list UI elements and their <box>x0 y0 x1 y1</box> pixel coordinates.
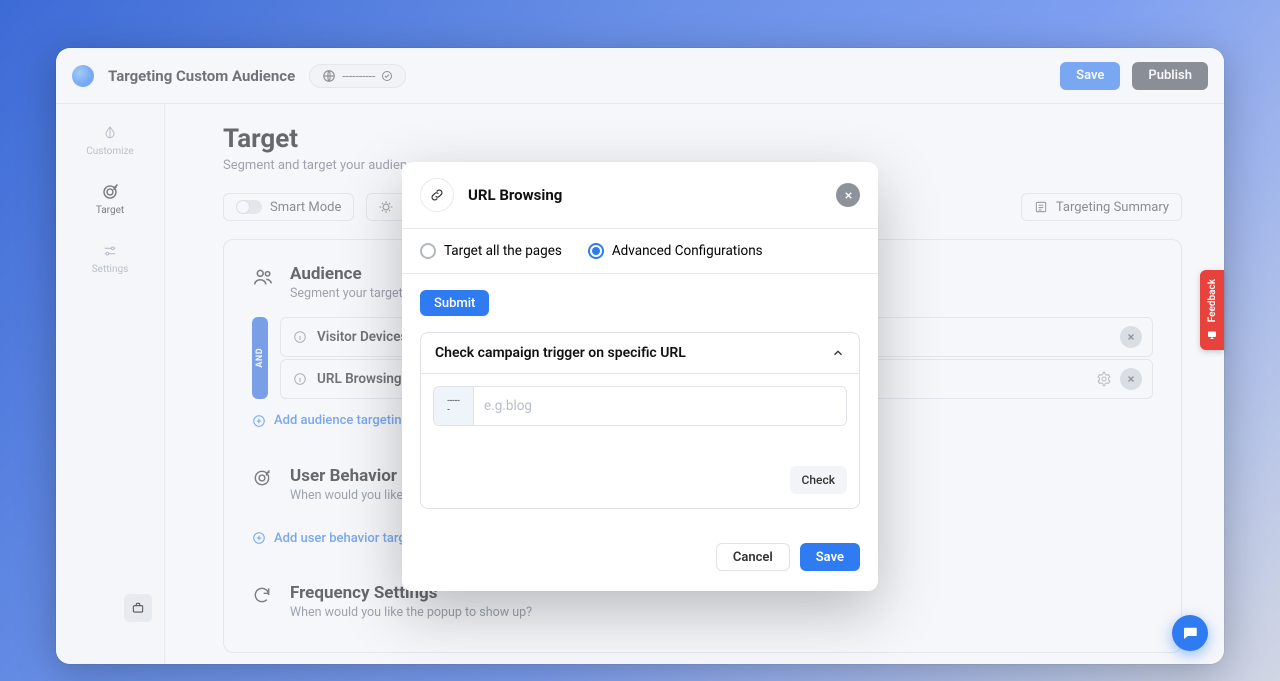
url-input-group: ----- - <box>433 386 847 426</box>
url-prefix: ----- - <box>434 387 474 425</box>
submit-button[interactable]: Submit <box>420 290 489 316</box>
close-modal-button[interactable] <box>836 183 860 207</box>
check-url-accordion: Check campaign trigger on specific URL -… <box>420 332 860 509</box>
radio-advanced-config[interactable]: Advanced Configurations <box>588 243 763 259</box>
feedback-icon <box>1206 329 1218 341</box>
app-frame: Targeting Custom Audience ---------- Sav… <box>56 48 1224 664</box>
modal-radio-group: Target all the pages Advanced Configurat… <box>402 229 878 274</box>
radio-off-icon <box>420 243 436 259</box>
radio-target-all[interactable]: Target all the pages <box>420 243 562 259</box>
chevron-up-icon <box>831 346 845 360</box>
chat-icon <box>1181 624 1199 642</box>
check-button[interactable]: Check <box>790 466 847 494</box>
modal-save-button[interactable]: Save <box>800 543 860 571</box>
modal-overlay: URL Browsing Target all the pages Advanc… <box>56 48 1224 664</box>
link-icon <box>420 178 454 212</box>
modal-title: URL Browsing <box>468 186 562 204</box>
radio-all-label: Target all the pages <box>444 243 562 259</box>
modal-footer: Cancel Save <box>402 529 878 591</box>
help-chat-button[interactable] <box>1172 615 1208 651</box>
accordion-header[interactable]: Check campaign trigger on specific URL <box>421 333 859 374</box>
url-browsing-modal: URL Browsing Target all the pages Advanc… <box>402 162 878 591</box>
close-icon <box>843 190 854 201</box>
cancel-button[interactable]: Cancel <box>716 543 790 571</box>
url-input[interactable] <box>474 387 846 425</box>
briefcase-button[interactable] <box>124 594 152 622</box>
radio-on-icon <box>588 243 604 259</box>
briefcase-icon <box>131 601 145 615</box>
radio-adv-label: Advanced Configurations <box>612 243 763 259</box>
modal-header: URL Browsing <box>402 162 878 229</box>
feedback-tab[interactable]: Feedback <box>1200 270 1224 350</box>
feedback-label: Feedback <box>1207 279 1218 322</box>
accordion-title: Check campaign trigger on specific URL <box>435 345 686 361</box>
